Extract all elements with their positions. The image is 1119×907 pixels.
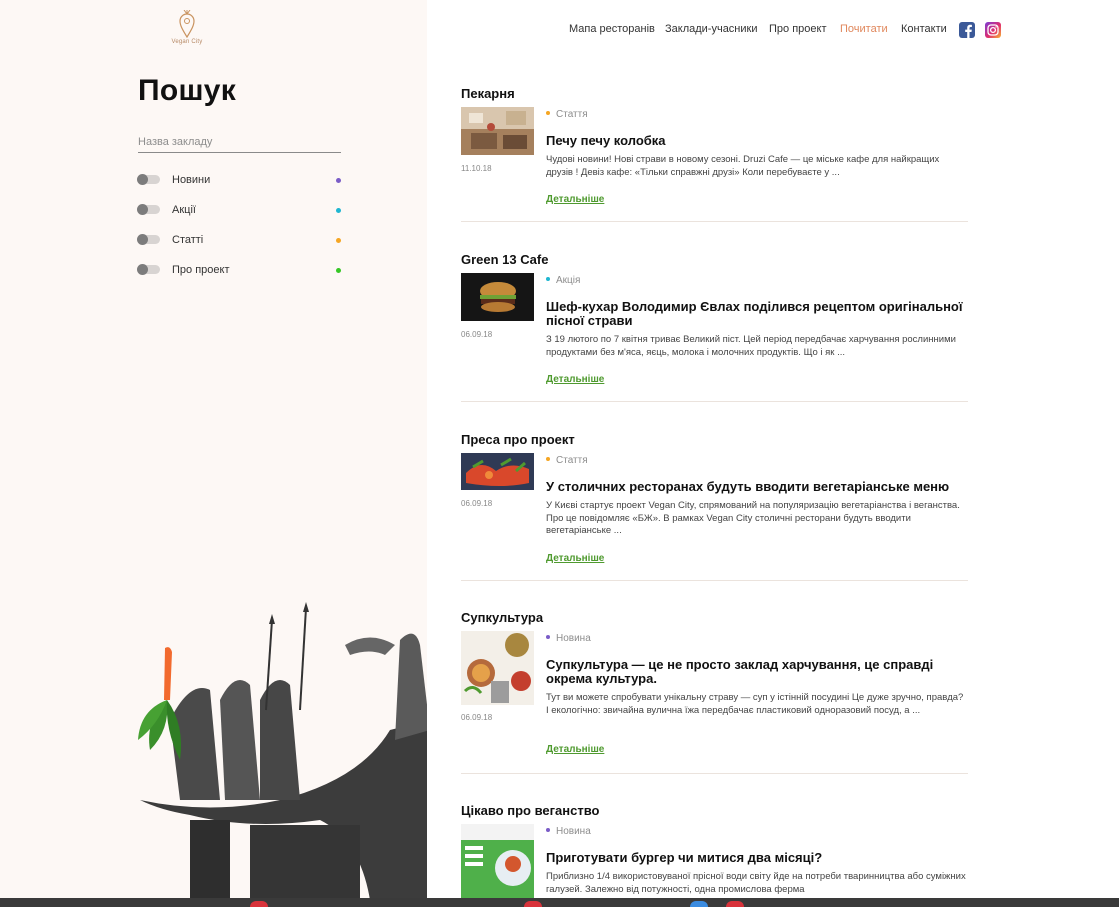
post-excerpt: У Києві стартує проект Vegan City, спрям… bbox=[546, 500, 960, 536]
post-excerpt: Тут ви можете спробувати унікальну страв… bbox=[546, 692, 964, 716]
read-more-link[interactable]: Детальніше bbox=[546, 374, 604, 385]
nav-contacts[interactable]: Контакти bbox=[901, 23, 947, 35]
post-card: Пекарня 11.10.18 Стаття Печу печу колобк… bbox=[461, 86, 968, 226]
post-card: Преса про проект 06.09.18 Стаття У столи… bbox=[461, 432, 968, 587]
filter-articles[interactable]: Статті bbox=[137, 234, 342, 248]
filter-color-dot bbox=[336, 268, 341, 273]
taskbar-app-icon[interactable] bbox=[524, 901, 542, 907]
monument-illustration bbox=[138, 602, 427, 900]
post-date: 06.09.18 bbox=[461, 713, 493, 722]
filter-color-dot bbox=[336, 238, 341, 243]
nav-read[interactable]: Почитати bbox=[840, 23, 888, 35]
tag-dot bbox=[546, 111, 550, 116]
read-more-link[interactable]: Детальніше bbox=[546, 553, 604, 564]
toggle-switch[interactable] bbox=[137, 234, 160, 245]
post-thumbnail[interactable] bbox=[461, 273, 534, 321]
filter-label: Про проект bbox=[172, 264, 230, 276]
search-input[interactable] bbox=[138, 132, 341, 153]
divider bbox=[461, 401, 968, 402]
search-title: Пошук bbox=[138, 74, 237, 107]
filter-label: Новини bbox=[172, 174, 211, 186]
post-tag: Новина bbox=[546, 826, 591, 837]
post-thumbnail[interactable] bbox=[461, 631, 534, 705]
tag-dot bbox=[546, 635, 550, 640]
post-title[interactable]: У столичних ресторанах будуть вводити ве… bbox=[546, 480, 968, 494]
tag-dot bbox=[546, 828, 550, 833]
nav-restaurant-map[interactable]: Мапа ресторанів bbox=[569, 23, 655, 35]
toggle-switch[interactable] bbox=[137, 204, 160, 215]
post-tag: Акція bbox=[546, 275, 580, 286]
post-date: 06.09.18 bbox=[461, 499, 493, 508]
filter-label: Статті bbox=[172, 234, 204, 246]
instagram-icon[interactable] bbox=[985, 22, 1001, 38]
tag-dot bbox=[546, 277, 550, 282]
nav-about-project[interactable]: Про проект bbox=[769, 23, 826, 35]
taskbar-app-icon[interactable] bbox=[250, 901, 268, 907]
post-thumbnail[interactable] bbox=[461, 453, 534, 490]
post-category[interactable]: Пекарня bbox=[461, 86, 515, 101]
post-card: Green 13 Cafe 06.09.18 Акція Шеф-кухар В… bbox=[461, 252, 968, 407]
post-thumbnail[interactable] bbox=[461, 824, 534, 898]
facebook-icon[interactable] bbox=[959, 22, 975, 38]
post-category[interactable]: Green 13 Cafe bbox=[461, 252, 548, 267]
post-date: 11.10.18 bbox=[461, 164, 492, 173]
filter-news[interactable]: Новини bbox=[137, 174, 342, 188]
filter-label: Акції bbox=[172, 204, 196, 216]
post-tag: Новина bbox=[546, 633, 591, 644]
taskbar-app-icon[interactable] bbox=[726, 901, 744, 907]
post-title[interactable]: Печу печу колобка bbox=[546, 134, 968, 148]
filter-color-dot bbox=[336, 178, 341, 183]
taskbar-app-icon[interactable] bbox=[690, 901, 708, 907]
divider bbox=[461, 221, 968, 222]
post-title[interactable]: Приготувати бургер чи митися два місяці? bbox=[546, 851, 968, 865]
post-excerpt: З 19 лютого по 7 квітня триває Великий п… bbox=[546, 334, 956, 358]
taskbar bbox=[0, 898, 1119, 907]
filter-promotions[interactable]: Акції bbox=[137, 204, 342, 218]
logo-text: Vegan City bbox=[171, 39, 203, 45]
post-excerpt: Приблизно 1/4 використовуваної прісної в… bbox=[546, 871, 966, 895]
post-card: Цікаво про веганство Новина Приготувати … bbox=[461, 803, 968, 898]
post-excerpt: Чудові новини! Нові страви в новому сезо… bbox=[546, 154, 940, 178]
filter-color-dot bbox=[336, 208, 341, 213]
divider bbox=[461, 773, 968, 774]
post-date: 06.09.18 bbox=[461, 330, 493, 339]
post-card: Супкультура 06.09.18 Новина Супкультура … bbox=[461, 610, 968, 780]
logo[interactable]: Vegan City bbox=[166, 10, 208, 45]
nav-participants[interactable]: Заклади-учасники bbox=[665, 23, 758, 35]
post-tag: Стаття bbox=[546, 455, 588, 466]
post-category[interactable]: Преса про проект bbox=[461, 432, 575, 447]
filter-about[interactable]: Про проект bbox=[137, 264, 342, 278]
toggle-switch[interactable] bbox=[137, 264, 160, 275]
read-more-link[interactable]: Детальніше bbox=[546, 744, 604, 755]
carrot-pin-icon bbox=[179, 10, 195, 38]
post-title[interactable]: Супкультура — це не просто заклад харчув… bbox=[546, 658, 968, 686]
left-panel: Vegan City Пошук Новини Акції Статті Про… bbox=[0, 0, 427, 907]
post-thumbnail[interactable] bbox=[461, 107, 534, 155]
post-category[interactable]: Супкультура bbox=[461, 610, 543, 625]
post-title[interactable]: Шеф-кухар Володимир Євлах поділився реце… bbox=[546, 300, 968, 328]
tag-dot bbox=[546, 457, 550, 462]
divider bbox=[461, 580, 968, 581]
toggle-switch[interactable] bbox=[137, 174, 160, 185]
post-category[interactable]: Цікаво про веганство bbox=[461, 803, 599, 818]
read-more-link[interactable]: Детальніше bbox=[546, 194, 604, 205]
post-tag: Стаття bbox=[546, 109, 588, 120]
